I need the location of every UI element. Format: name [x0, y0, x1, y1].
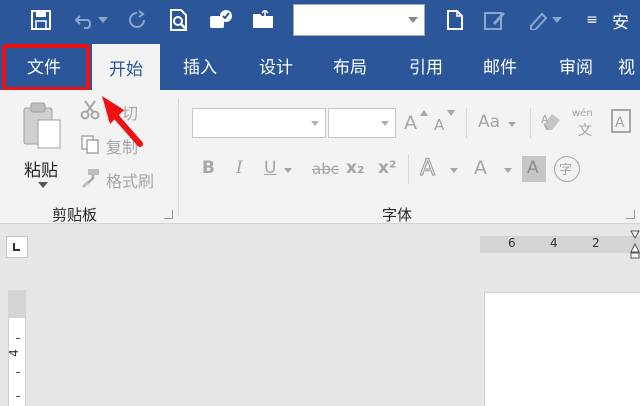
text-effects-button[interactable]: A	[418, 154, 464, 184]
format-painter-button[interactable]: 格式刷	[80, 168, 166, 191]
tab-selector[interactable]	[6, 236, 28, 258]
vertical-ruler-tick	[16, 396, 20, 397]
quick-access-toolbar: ≡ 安	[0, 0, 640, 40]
font-group-label: 字体	[382, 206, 413, 224]
caret-up-icon	[420, 110, 428, 116]
text-effects-icon: A	[419, 155, 435, 180]
chevron-down-icon	[381, 121, 389, 126]
tab-layout[interactable]: 布局	[316, 40, 384, 90]
redo-icon[interactable]	[122, 6, 152, 34]
character-shading-button[interactable]: A	[522, 156, 546, 182]
paste-label: 粘贴	[24, 161, 58, 181]
edit-document-icon[interactable]	[480, 6, 510, 34]
paste-icon	[23, 102, 61, 149]
word-window: ≡ 安 文件 开始 插入 设计 布局 引用 邮件 审阅 视 粘贴 剪切 复制 格…	[0, 0, 640, 406]
file-tab-highlight-box	[2, 44, 90, 91]
group-separator	[408, 154, 409, 184]
svg-text:A: A	[420, 156, 435, 180]
vertical-ruler-tick	[16, 372, 20, 373]
underline-icon: U	[264, 158, 277, 178]
svg-text:A: A	[541, 113, 549, 126]
horizontal-ruler[interactable]	[480, 236, 640, 253]
ruler-number: 4	[550, 236, 558, 250]
caret-down-icon	[447, 110, 455, 116]
font-size-combo[interactable]	[328, 108, 396, 138]
clipboard-launcher-icon[interactable]	[164, 210, 173, 219]
ruler-number: 6	[508, 236, 516, 250]
phonetic-guide-top: wén	[572, 108, 593, 119]
chevron-down-icon	[504, 168, 512, 173]
chevron-down-icon	[311, 121, 319, 126]
font-color-icon: A	[474, 157, 487, 179]
customize-toolbar-icon[interactable]: ≡	[584, 6, 600, 34]
enclose-characters-icon: 字	[559, 163, 573, 178]
save-icon[interactable]	[26, 6, 56, 34]
print-preview-icon[interactable]	[164, 6, 194, 34]
change-case-icon: Aa	[478, 112, 501, 132]
paste-button[interactable]: 粘贴	[18, 100, 68, 192]
ruler-number: 2	[592, 236, 600, 250]
indent-marker-icon[interactable]	[630, 230, 640, 260]
tab-review[interactable]: 审阅	[542, 40, 610, 90]
chevron-down-icon	[408, 17, 418, 23]
font-launcher-icon[interactable]	[626, 210, 635, 219]
tab-mailings[interactable]: 邮件	[466, 40, 534, 90]
shrink-font-icon: A	[434, 116, 445, 134]
tab-references[interactable]: 引用	[392, 40, 460, 90]
change-case-button[interactable]: Aa	[476, 110, 522, 136]
chevron-down-icon	[508, 122, 516, 127]
shrink-font-button[interactable]: A	[434, 110, 458, 136]
red-arrow-annotation	[102, 96, 143, 147]
chevron-down-icon	[450, 168, 458, 173]
left-tab-icon	[13, 243, 20, 251]
eraser-icon: A	[541, 113, 560, 131]
character-border-button[interactable]: A	[610, 108, 634, 136]
chevron-down-icon	[284, 168, 292, 173]
new-document-icon[interactable]	[440, 6, 470, 34]
undo-dropdown-icon[interactable]	[96, 6, 110, 34]
font-name-combo[interactable]	[192, 108, 326, 138]
open-folder-icon[interactable]	[248, 6, 278, 34]
strikethrough-button[interactable]: abc	[312, 160, 339, 178]
vertical-ruler-margin	[8, 290, 26, 318]
tab-view[interactable]: 视	[618, 40, 640, 90]
draw-dropdown-icon[interactable]	[550, 6, 564, 34]
clipboard-group-label: 剪贴板	[52, 206, 98, 224]
grow-font-icon: A	[404, 112, 417, 134]
format-painter-icon	[82, 169, 99, 188]
phonetic-guide-bottom: 文	[578, 123, 592, 139]
italic-button[interactable]: I	[236, 158, 243, 178]
touch-mode-icon[interactable]	[206, 6, 236, 34]
character-border-icon: A	[611, 109, 631, 133]
underline-button[interactable]: U	[264, 156, 294, 182]
vertical-ruler-tick	[16, 338, 20, 339]
tab-design[interactable]: 设计	[242, 40, 310, 90]
phonetic-guide-button[interactable]: wén 文	[572, 106, 602, 139]
grow-font-button[interactable]: A	[404, 110, 428, 136]
window-title: 安	[612, 13, 629, 33]
format-painter-label: 格式刷	[106, 172, 155, 191]
group-separator	[530, 108, 531, 138]
group-separator	[178, 98, 179, 216]
bold-button[interactable]: B	[202, 158, 215, 178]
character-shading-icon: A	[527, 158, 539, 178]
clear-formatting-button[interactable]: A	[540, 110, 566, 136]
svg-text:A: A	[615, 115, 625, 131]
subscript-button[interactable]: x₂	[346, 158, 364, 178]
enclose-characters-button[interactable]: 字	[554, 156, 580, 182]
vertical-ruler-number: 4	[6, 349, 21, 357]
document-name-combo[interactable]	[293, 4, 425, 36]
document-page[interactable]	[484, 292, 640, 406]
paste-dropdown-icon[interactable]	[38, 182, 48, 188]
font-color-button[interactable]: A	[474, 154, 518, 184]
group-separator	[466, 108, 467, 138]
superscript-button[interactable]: x²	[378, 158, 396, 178]
tab-insert[interactable]: 插入	[166, 40, 234, 90]
